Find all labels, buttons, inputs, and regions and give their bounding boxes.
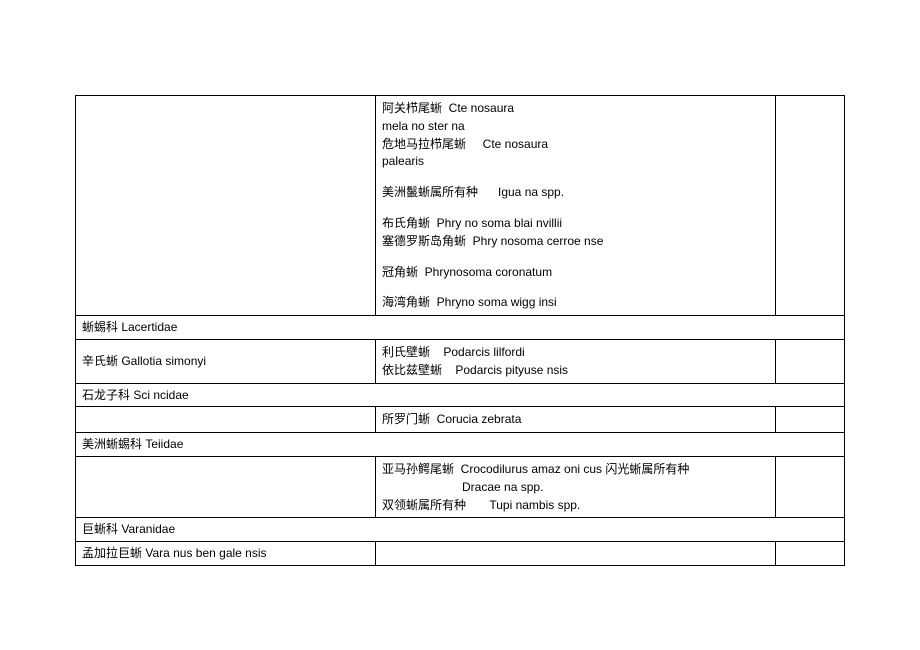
species-line: 危地马拉栉尾蜥 Cte nosaura xyxy=(382,136,769,153)
species-line: palearis xyxy=(382,153,769,170)
col2-cell: 所罗门蜥 Corucia zebrata xyxy=(376,407,776,433)
species-line: 海湾角蜥 Phryno soma wigg insi xyxy=(382,294,769,311)
table-row: 所罗门蜥 Corucia zebrata xyxy=(76,407,845,433)
species-table: 阿关栉尾蜥 Cte nosauramela no ster na危地马拉栉尾蜥 … xyxy=(75,95,845,566)
species-line: 塞德罗斯岛角蜥 Phry nosoma cerroe nse xyxy=(382,233,769,250)
col3-cell xyxy=(776,339,845,383)
table-row: 蜥蜴科 Lacertidae xyxy=(76,316,845,340)
col1-cell xyxy=(76,407,376,433)
col1-cell: 孟加拉巨蜥 Vara nus ben gale nsis xyxy=(76,542,376,566)
species-line: 依比兹壁蜥 Podarcis pityuse nsis xyxy=(382,362,769,379)
table-row: 阿关栉尾蜥 Cte nosauramela no ster na危地马拉栉尾蜥 … xyxy=(76,96,845,316)
col2-cell: 利氏壁蜥 Podarcis lilfordi依比兹壁蜥 Podarcis pit… xyxy=(376,339,776,383)
table-row: 石龙子科 Sci ncidae xyxy=(76,383,845,407)
species-line: 所罗门蜥 Corucia zebrata xyxy=(382,411,769,428)
col3-cell xyxy=(776,407,845,433)
species-line: 冠角蜥 Phrynosoma coronatum xyxy=(382,264,769,281)
table-row: 亚马孙鳄尾蜥 Crocodilurus amaz oni cus 闪光蜥属所有种… xyxy=(76,456,845,517)
table-row: 孟加拉巨蜥 Vara nus ben gale nsis xyxy=(76,542,845,566)
species-line: 利氏壁蜥 Podarcis lilfordi xyxy=(382,344,769,361)
table-row: 辛氏蜥 Gallotia simonyi利氏壁蜥 Podarcis lilfor… xyxy=(76,339,845,383)
species-line: mela no ster na xyxy=(382,118,769,135)
table-row: 美洲蜥蜴科 Teiidae xyxy=(76,433,845,457)
table-row: 巨蜥科 Varanidae xyxy=(76,518,845,542)
species-line: 亚马孙鳄尾蜥 Crocodilurus amaz oni cus 闪光蜥属所有种 xyxy=(382,461,769,478)
col3-cell xyxy=(776,456,845,517)
col2-cell: 阿关栉尾蜥 Cte nosauramela no ster na危地马拉栉尾蜥 … xyxy=(376,96,776,316)
col1-cell xyxy=(76,96,376,316)
col3-cell xyxy=(776,96,845,316)
species-line: 双领蜥属所有种 Tupi nambis spp. xyxy=(382,497,769,514)
family-header-cell: 石龙子科 Sci ncidae xyxy=(76,383,845,407)
species-line: 美洲鬣蜥属所有种 Igua na spp. xyxy=(382,184,769,201)
table-body: 阿关栉尾蜥 Cte nosauramela no ster na危地马拉栉尾蜥 … xyxy=(76,96,845,566)
family-header-cell: 美洲蜥蜴科 Teiidae xyxy=(76,433,845,457)
family-header-cell: 巨蜥科 Varanidae xyxy=(76,518,845,542)
species-line: 布氏角蜥 Phry no soma blai nvillii xyxy=(382,215,769,232)
species-line: 阿关栉尾蜥 Cte nosaura xyxy=(382,100,769,117)
col2-cell: 亚马孙鳄尾蜥 Crocodilurus amaz oni cus 闪光蜥属所有种… xyxy=(376,456,776,517)
col1-cell: 辛氏蜥 Gallotia simonyi xyxy=(76,339,376,383)
col3-cell xyxy=(776,542,845,566)
col1-cell xyxy=(76,456,376,517)
col2-cell xyxy=(376,542,776,566)
family-header-cell: 蜥蜴科 Lacertidae xyxy=(76,316,845,340)
species-line: Dracae na spp. xyxy=(382,479,769,496)
